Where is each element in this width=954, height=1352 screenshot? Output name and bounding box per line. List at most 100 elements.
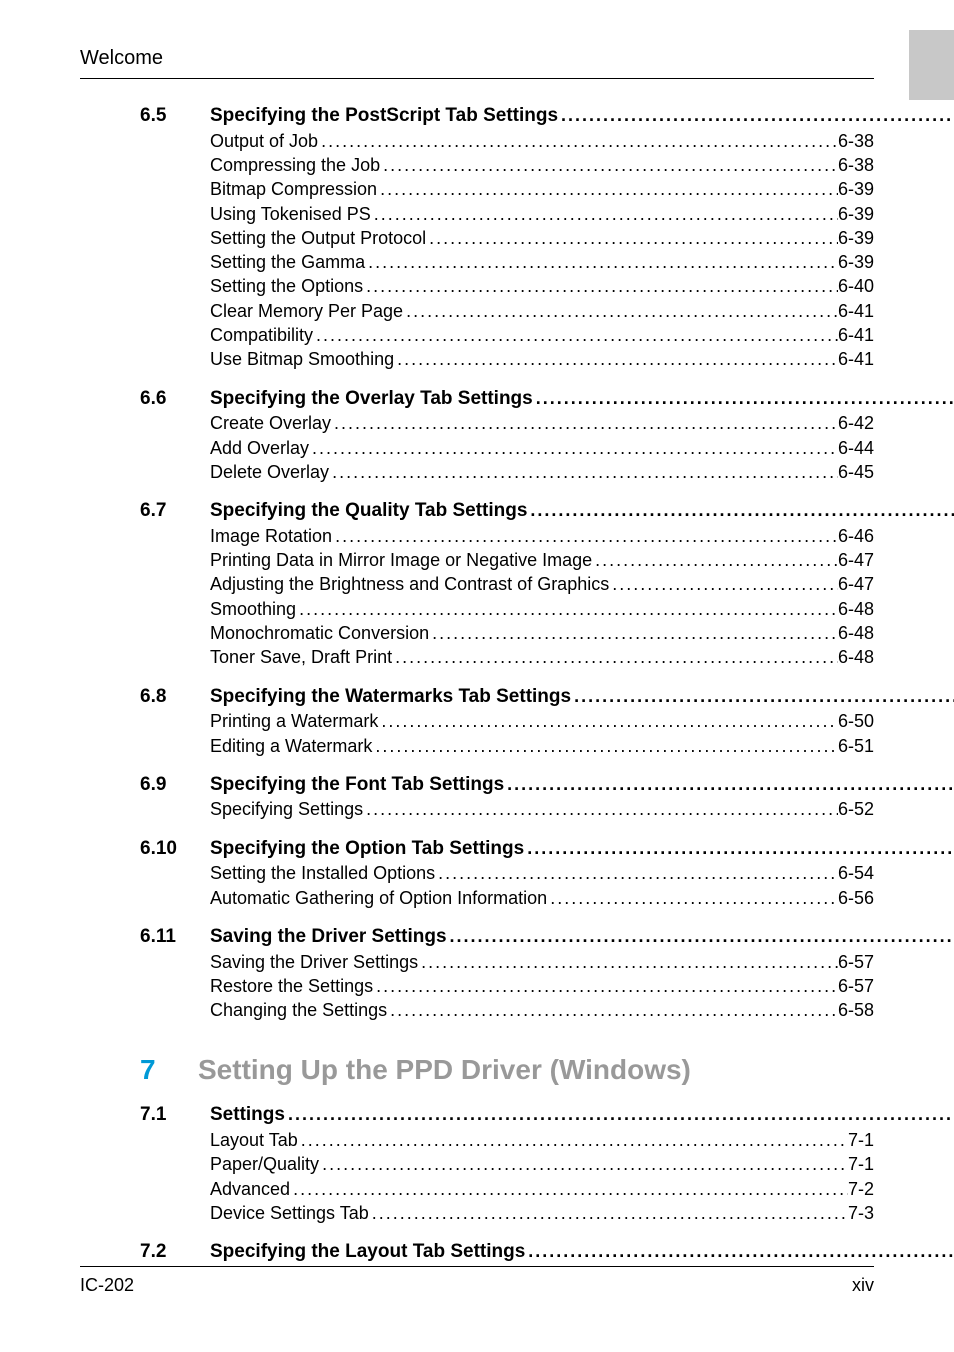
- subsection-title: Layout Tab: [210, 1128, 298, 1152]
- dot-leader: [318, 129, 838, 153]
- page: Welcome 6.5Specifying the PostScript Tab…: [0, 0, 954, 1352]
- dot-leader: [571, 684, 954, 708]
- toc-subsection-row: Automatic Gathering of Option Informatio…: [210, 886, 874, 910]
- toc-subsection-row: Setting the Gamma6-39: [210, 250, 874, 274]
- toc-section: 6.10Specifying the Option Tab Settings6-…: [140, 836, 874, 910]
- dot-leader: [527, 498, 954, 522]
- toc-subsection-row: Adjusting the Brightness and Contrast of…: [210, 572, 874, 596]
- dot-leader: [392, 645, 838, 669]
- toc-subsection-list: Layout Tab 7-1Paper/Quality7-1Advanced 7-2…: [140, 1128, 874, 1225]
- toc-subsection-row: Toner Save, Draft Print6-48: [210, 645, 874, 669]
- subsection-page: 6-57: [838, 974, 874, 998]
- toc-subsection-row: Monochromatic Conversion6-48: [210, 621, 874, 645]
- dot-leader: [380, 153, 838, 177]
- subsection-page: 6-39: [838, 202, 874, 226]
- dot-leader: [329, 460, 838, 484]
- toc-subsection-row: Bitmap Compression 6-39: [210, 177, 874, 201]
- footer-right: xiv: [852, 1273, 874, 1297]
- subsection-title: Setting the Installed Options: [210, 861, 435, 885]
- subsection-page: 6-38: [838, 153, 874, 177]
- dot-leader: [331, 411, 838, 435]
- toc-subsection-list: Printing a Watermark6-50Editing a Waterm…: [140, 709, 874, 758]
- dot-leader: [285, 1102, 954, 1126]
- subsection-title: Monochromatic Conversion: [210, 621, 429, 645]
- dot-leader: [533, 386, 954, 410]
- toc-subsection-list: Setting the Installed Options6-54Automat…: [140, 861, 874, 910]
- dot-leader: [558, 103, 954, 127]
- subsection-page: 6-40: [838, 274, 874, 298]
- subsection-page: 6-57: [838, 950, 874, 974]
- subsection-title: Setting the Output Protocol: [210, 226, 426, 250]
- subsection-page: 6-50: [838, 709, 874, 733]
- subsection-title: Output of Job: [210, 129, 318, 153]
- subsection-page: 6-39: [838, 177, 874, 201]
- subsection-title: Bitmap Compression: [210, 177, 377, 201]
- subsection-title: Restore the Settings: [210, 974, 373, 998]
- dot-leader: [525, 1239, 954, 1263]
- subsection-page: 6-44: [838, 436, 874, 460]
- toc-subsection-row: Create Overlay6-42: [210, 411, 874, 435]
- toc-section-row: 7.1Settings7-1: [140, 1102, 874, 1128]
- subsection-title: Changing the Settings: [210, 998, 387, 1022]
- subsection-title: Automatic Gathering of Option Informatio…: [210, 886, 547, 910]
- toc-subsection-row: Setting the Output Protocol6-39: [210, 226, 874, 250]
- subsection-title: Printing a Watermark: [210, 709, 378, 733]
- subsection-title: Device Settings Tab: [210, 1201, 369, 1225]
- subsection-page: 6-56: [838, 886, 874, 910]
- dot-leader: [363, 274, 838, 298]
- subsection-page: 7-1: [848, 1128, 874, 1152]
- header-title: Welcome: [80, 45, 163, 72]
- toc-subsection-row: Compatibility6-41: [210, 323, 874, 347]
- section-number: 7.2: [140, 1239, 210, 1265]
- dot-leader: [426, 226, 838, 250]
- toc-subsection-row: Setting the Installed Options6-54: [210, 861, 874, 885]
- dot-leader: [435, 861, 838, 885]
- subsection-page: 6-45: [838, 460, 874, 484]
- dot-leader: [447, 924, 954, 948]
- dot-leader: [377, 177, 838, 201]
- toc-subsection-row: Paper/Quality7-1: [210, 1152, 874, 1176]
- subsection-title: Saving the Driver Settings: [210, 950, 418, 974]
- dot-leader: [547, 886, 838, 910]
- subsection-page: 6-42: [838, 411, 874, 435]
- subsection-title: Clear Memory Per Page: [210, 299, 403, 323]
- subsection-page: 6-47: [838, 572, 874, 596]
- section-number: 7.1: [140, 1102, 210, 1128]
- toc-subsection-row: Saving the Driver Settings 6-57: [210, 950, 874, 974]
- dot-leader: [387, 998, 838, 1022]
- subsection-page: 7-1: [848, 1152, 874, 1176]
- subsection-title: Use Bitmap Smoothing: [210, 347, 394, 371]
- toc: 6.5Specifying the PostScript Tab Setting…: [80, 103, 874, 1265]
- subsection-page: 7-2: [848, 1177, 874, 1201]
- section-title: Specifying the Font Tab Settings: [210, 772, 504, 798]
- dot-leader: [592, 548, 838, 572]
- section-title: Specifying the Option Tab Settings: [210, 836, 524, 862]
- dot-leader: [371, 202, 838, 226]
- subsection-page: 6-47: [838, 548, 874, 572]
- toc-section-row: 7.2Specifying the Layout Tab Settings7-4: [140, 1239, 874, 1265]
- subsection-title: Advanced: [210, 1177, 290, 1201]
- toc-subsection-row: Using Tokenised PS6-39: [210, 202, 874, 226]
- toc-subsection-row: Clear Memory Per Page6-41: [210, 299, 874, 323]
- toc-section-row: 6.10Specifying the Option Tab Settings6-…: [140, 836, 874, 862]
- toc-subsection-list: Image Rotation6-46Printing Data in Mirro…: [140, 524, 874, 670]
- dot-leader: [296, 597, 838, 621]
- toc-subsection-row: Use Bitmap Smoothing 6-41: [210, 347, 874, 371]
- section-title: Specifying the Layout Tab Settings: [210, 1239, 525, 1265]
- page-edge-tab: [909, 30, 954, 100]
- subsection-page: 6-41: [838, 347, 874, 371]
- chapter-title: Setting Up the PPD Driver (Windows): [198, 1051, 691, 1089]
- dot-leader: [524, 836, 954, 860]
- toc-subsection-row: Changing the Settings 6-58: [210, 998, 874, 1022]
- toc-subsection-list: Saving the Driver Settings 6-57 Restore th…: [140, 950, 874, 1023]
- dot-leader: [332, 524, 838, 548]
- section-title: Specifying the Quality Tab Settings: [210, 498, 527, 524]
- dot-leader: [429, 621, 838, 645]
- subsection-title: Smoothing: [210, 597, 296, 621]
- toc-section-row: 6.7Specifying the Quality Tab Settings6-…: [140, 498, 874, 524]
- toc-section: 6.9Specifying the Font Tab Settings6-52S…: [140, 772, 874, 822]
- subsection-page: 6-58: [838, 998, 874, 1022]
- toc-section: 6.11Saving the Driver Settings6-57Saving…: [140, 924, 874, 1023]
- toc-subsection-row: Advanced 7-2: [210, 1177, 874, 1201]
- subsection-page: 6-51: [838, 734, 874, 758]
